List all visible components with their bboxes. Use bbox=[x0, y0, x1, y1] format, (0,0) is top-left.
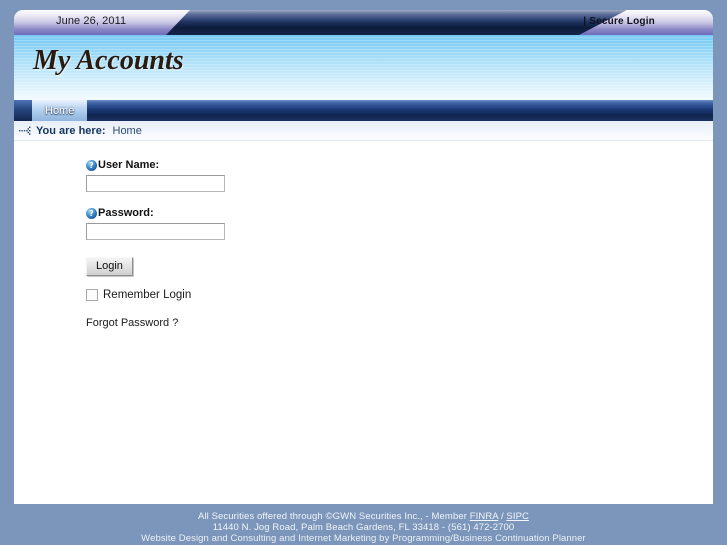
page-shell: June 26, 2011 | Secure Login My Accounts… bbox=[14, 10, 713, 514]
finra-link[interactable]: FINRA bbox=[470, 511, 498, 522]
username-label-row: ? User Name: bbox=[86, 159, 406, 171]
breadcrumb-arrow-icon bbox=[19, 125, 33, 136]
top-bar: June 26, 2011 | Secure Login bbox=[14, 10, 713, 35]
breadcrumb-prefix-label: You are here: bbox=[36, 124, 106, 137]
nav-left-cap bbox=[14, 100, 32, 121]
current-date-label: June 26, 2011 bbox=[56, 15, 127, 27]
page-title: My Accounts bbox=[33, 45, 184, 76]
remember-login-label[interactable]: Remember Login bbox=[103, 289, 191, 301]
password-label-text: Password: bbox=[98, 207, 154, 219]
username-help-icon[interactable]: ? bbox=[86, 159, 97, 171]
username-label-text: User Name: bbox=[98, 159, 160, 171]
site-footer: All Securities offered through ©GWN Secu… bbox=[0, 504, 727, 545]
forgot-password-link[interactable]: Forgot Password ? bbox=[86, 317, 178, 329]
footer-line-1: All Securities offered through ©GWN Secu… bbox=[0, 511, 727, 522]
login-button[interactable]: Login bbox=[86, 257, 133, 276]
breadcrumb: You are here: Home bbox=[14, 121, 713, 141]
username-input[interactable] bbox=[86, 175, 225, 192]
main-navigation-bar: Home bbox=[14, 100, 713, 121]
login-form: ? User Name: ? Password: Login Remember … bbox=[86, 159, 406, 329]
secure-login-label[interactable]: | Secure Login bbox=[583, 16, 655, 27]
main-content: ? User Name: ? Password: Login Remember … bbox=[14, 141, 713, 514]
password-label-row: ? Password: bbox=[86, 207, 406, 219]
remember-login-checkbox[interactable] bbox=[86, 289, 98, 301]
nav-tab-home[interactable]: Home bbox=[32, 100, 88, 121]
footer-disclaimer-text: All Securities offered through ©GWN Secu… bbox=[197, 511, 470, 522]
sipc-link[interactable]: SIPC bbox=[506, 511, 529, 522]
remember-login-row: Remember Login bbox=[86, 289, 406, 301]
breadcrumb-item-home[interactable]: Home bbox=[113, 125, 142, 137]
password-help-icon[interactable]: ? bbox=[86, 207, 97, 219]
site-banner: My Accounts bbox=[14, 35, 713, 100]
footer-credits: Website Design and Consulting and Intern… bbox=[141, 533, 586, 544]
nav-tab-home-label: Home bbox=[45, 104, 75, 117]
footer-address: 11440 N. Jog Road, Palm Beach Gardens, F… bbox=[212, 522, 515, 533]
top-bar-center-wedge bbox=[166, 10, 626, 35]
password-input[interactable] bbox=[86, 223, 225, 240]
